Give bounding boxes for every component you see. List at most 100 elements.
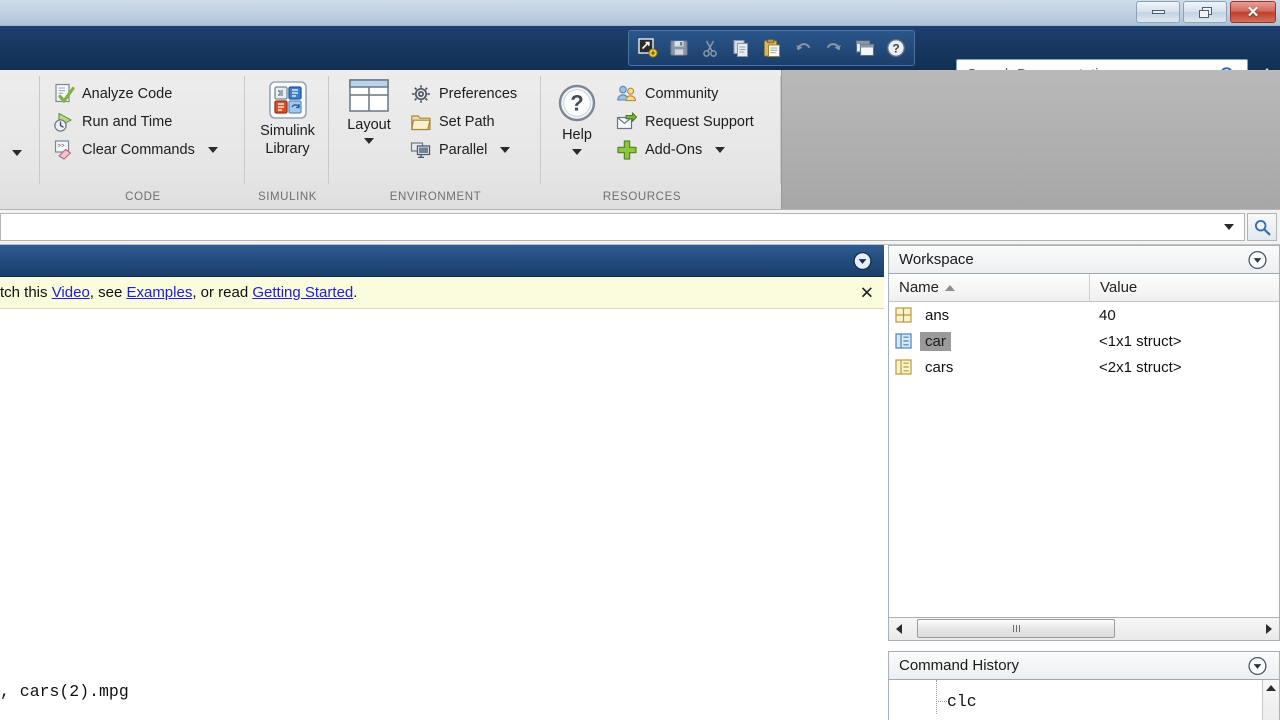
workspace-row-name: cars [889,358,1089,377]
variable-name: car [920,331,951,351]
workspace-row-name: car [889,331,1089,351]
struct-var-icon [895,359,912,375]
title-bar: ✕ [0,0,1280,26]
ribbon-group-code-title: CODE [125,191,161,203]
cut-button[interactable] [695,34,724,62]
variable-value: 40 [1099,306,1116,324]
variable-name: cars [925,358,954,376]
help-button[interactable]: ? Help [546,74,608,155]
command-history-title: Command History [899,657,1020,674]
community-button[interactable]: Community [612,80,780,108]
preferences-button[interactable]: Preferences [406,80,538,108]
layout-label: Layout [347,117,391,133]
chevron-down-icon[interactable] [572,149,582,155]
current-folder-bar [0,210,1280,245]
table-row[interactable]: cars <2x1 struct> [889,354,1279,380]
panel-menu-icon[interactable] [1248,250,1267,269]
clear-commands-button[interactable]: >> Clear Commands [49,136,239,164]
community-icon [617,85,636,102]
ribbon-group-simulink-title: SIMULINK [257,191,318,203]
scrollbar-track[interactable] [909,618,1259,640]
help-quick-button[interactable]: ? [881,34,910,62]
request-support-button[interactable]: Request Support [612,108,780,136]
struct-var-blue-icon [895,333,912,349]
panel-menu-icon[interactable] [1248,656,1267,675]
request-support-icon [616,112,638,130]
close-icon: ✕ [1246,3,1260,21]
paste-button[interactable] [757,34,786,62]
set-path-button[interactable]: Set Path [406,108,538,136]
copy-icon [733,40,748,57]
switch-windows-button[interactable] [850,34,879,62]
add-ons-icon [617,140,637,160]
column-header-name-label: Name [899,279,940,296]
set-path-label: Set Path [439,114,495,130]
panel-menu-icon[interactable] [853,251,872,270]
layout-icon [349,79,389,112]
minimize-button[interactable] [1136,1,1180,23]
add-ons-label: Add-Ons [645,142,703,158]
scroll-left-button[interactable] [889,624,909,634]
command-window-output[interactable]: , cars(2).mpg [0,309,884,720]
chevron-down-icon[interactable] [500,147,511,153]
chevron-down-icon[interactable] [1224,224,1234,230]
request-support-label: Request Support [645,114,754,130]
command-history-vertical-scrollbar[interactable] [1262,680,1279,720]
redo-button[interactable] [819,34,848,62]
column-header-value[interactable]: Value [1089,274,1137,301]
layout-button[interactable]: Layout [334,70,404,144]
ribbon-group-overflow [0,70,40,209]
svg-text:>>: >> [57,142,65,149]
run-and-time-icon [54,112,72,132]
workspace-variable-list[interactable]: ans 40 car <1x1 struct> cars <2x1 struct… [888,302,1280,617]
copy-button[interactable] [726,34,755,62]
clear-commands-label: Clear Commands [82,142,195,158]
run-and-time-button[interactable]: Run and Time [49,108,239,136]
ribbon-group-code: Analyze Code Run and Time >> Clear Comma… [41,70,245,209]
restore-icon [1198,6,1212,18]
ribbon-group-environment-title: ENVIRONMENT [389,191,482,203]
command-history-titlebar: Command History [888,651,1280,680]
ribbon-overflow-dropdown[interactable] [12,150,22,174]
scroll-up-icon[interactable] [1266,685,1276,691]
browse-folder-button[interactable] [1247,213,1277,241]
getting-started-banner: tch this Video, see Examples, or read Ge… [0,277,884,309]
path-input[interactable] [0,213,1245,241]
scroll-right-button[interactable] [1259,624,1279,634]
help-icon: ? [886,38,905,58]
banner-getting-started-link[interactable]: Getting Started [252,284,353,301]
command-history-list[interactable]: clc [888,680,1280,720]
chevron-down-icon[interactable] [715,147,726,153]
variable-value: <1x1 struct> [1099,332,1182,350]
column-header-name[interactable]: Name [889,279,1089,296]
new-script-button[interactable] [633,34,662,62]
add-ons-button[interactable]: Add-Ons [612,136,780,164]
chevron-down-icon[interactable] [207,147,218,153]
ribbon-group-simulink: Simulink Library SIMULINK [246,70,329,209]
chevron-down-icon[interactable] [364,138,374,144]
analyze-code-icon [55,83,75,103]
save-icon [670,40,687,56]
undo-button[interactable] [788,34,817,62]
banner-close-button[interactable]: ✕ [860,284,874,301]
list-item[interactable]: clc [889,680,977,714]
simulink-library-button[interactable]: Simulink Library [246,70,329,158]
table-row[interactable]: ans 40 [889,302,1279,328]
save-button[interactable] [664,34,693,62]
history-entry-text: clc [947,691,977,711]
ribbon-group-resources: ? Help Community Request Support Add-Ons… [542,70,781,209]
close-button[interactable]: ✕ [1230,1,1276,23]
banner-video-link[interactable]: Video [52,284,90,301]
preferences-icon [412,85,430,103]
parallel-button[interactable]: Parallel [406,136,538,164]
quick-access-toolbar: ? [628,30,915,66]
analyze-code-button[interactable]: Analyze Code [49,80,239,108]
banner-text: tch this Video, see Examples, or read Ge… [0,284,357,301]
simulink-library-label-line2: Library [265,141,310,157]
workspace-horizontal-scrollbar[interactable] [888,617,1280,641]
restore-button[interactable] [1183,1,1227,23]
banner-examples-link[interactable]: Examples [126,284,192,301]
undo-icon [795,43,810,50]
scrollbar-thumb[interactable] [917,619,1115,638]
table-row[interactable]: car <1x1 struct> [889,328,1279,354]
